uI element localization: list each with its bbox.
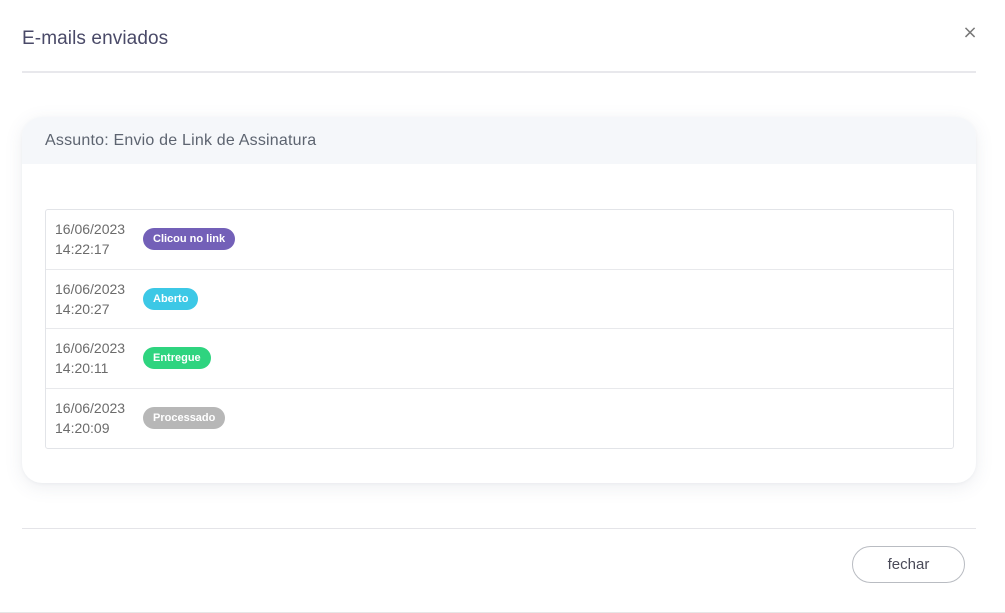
event-time: 14:22:17 [55, 241, 110, 258]
emails-sent-modal: E-mails enviados × Assunto: Envio de Lin… [0, 0, 1005, 613]
event-time: 14:20:27 [55, 300, 110, 317]
close-icon[interactable]: × [960, 22, 980, 44]
event-time: 14:20:11 [55, 360, 109, 377]
modal-header: E-mails enviados [22, 0, 976, 73]
event-row: 16/06/2023 14:20:11 Entregue [46, 329, 953, 389]
footer-divider [22, 528, 976, 529]
event-datetime: 16/06/2023 14:22:17 [55, 219, 143, 259]
status-badge: Aberto [143, 287, 199, 310]
email-card-header: Assunto: Envio de Link de Assinatura [22, 117, 976, 164]
status-badge: Processado [143, 407, 226, 430]
event-date: 16/06/2023 [55, 340, 126, 357]
event-row: 16/06/2023 14:20:09 Processado [46, 389, 953, 449]
event-date: 16/06/2023 [55, 280, 126, 297]
status-badge: Clicou no link [143, 228, 236, 251]
event-list: 16/06/2023 14:22:17 Clicou no link 16/06… [45, 209, 954, 449]
event-date: 16/06/2023 [55, 400, 126, 417]
event-row: 16/06/2023 14:20:27 Aberto [46, 270, 953, 329]
email-card: Assunto: Envio de Link de Assinatura 16/… [22, 117, 976, 483]
modal-title: E-mails enviados [22, 28, 169, 49]
event-time: 14:20:09 [55, 420, 110, 437]
status-badge: Entregue [143, 347, 211, 370]
event-datetime: 16/06/2023 14:20:11 [55, 338, 143, 378]
event-datetime: 16/06/2023 14:20:27 [55, 279, 143, 319]
event-row: 16/06/2023 14:22:17 Clicou no link [46, 210, 953, 270]
event-datetime: 16/06/2023 14:20:09 [55, 398, 143, 438]
close-button[interactable]: fechar [852, 546, 965, 583]
email-subject: Assunto: Envio de Link de Assinatura [45, 131, 317, 149]
event-date: 16/06/2023 [55, 221, 126, 238]
